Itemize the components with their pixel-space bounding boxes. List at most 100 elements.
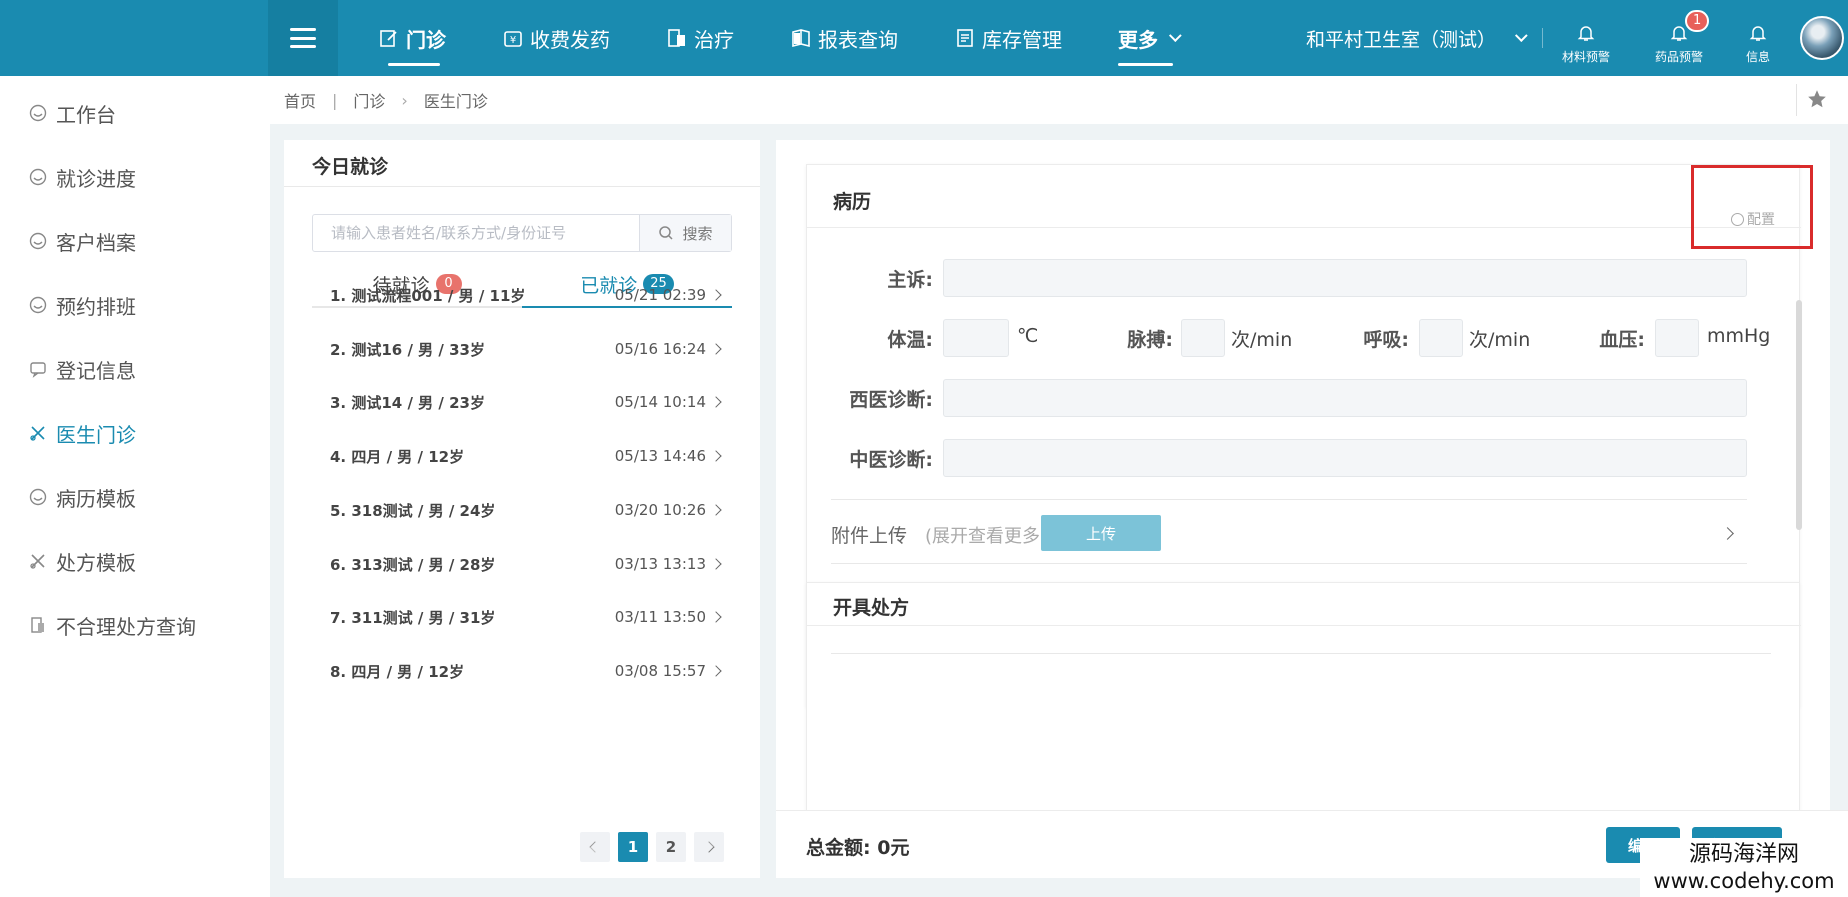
scrollbar[interactable] — [1796, 300, 1802, 530]
svg-text:¥: ¥ — [510, 35, 516, 46]
sidebar-item-prescription-template[interactable]: 处方模板 — [28, 546, 136, 576]
blood-pressure-unit: mmHg — [1707, 325, 1771, 347]
sidebar-item-registration[interactable]: 登记信息 — [28, 354, 136, 384]
list-item[interactable]: 7. 311测试 / 男 / 31岁 03/11 13:50 — [330, 602, 722, 632]
sidebar-item-label: 预约排班 — [56, 294, 136, 319]
drug-alert-badge: 1 — [1685, 10, 1710, 32]
nav-treatment[interactable]: 治疗 — [666, 0, 734, 76]
list-item[interactable]: 1. 测试流程001 / 男 / 11岁 05/21 02:39 — [330, 280, 722, 310]
divider — [807, 227, 1801, 228]
breadcrumb-separator: | — [332, 90, 338, 110]
medical-record-title: 病历 — [833, 191, 872, 213]
sidebar-item-record-template[interactable]: 病历模板 — [28, 482, 136, 512]
sidebar-item-workbench[interactable]: 工作台 — [28, 98, 116, 128]
page-button[interactable]: 2 — [656, 832, 686, 862]
nav-charge-dispense[interactable]: ¥ 收费发药 — [502, 0, 610, 76]
search-button[interactable]: 搜索 — [639, 215, 731, 251]
nav-outpatient-label: 门诊 — [406, 27, 446, 52]
bell-icon — [1749, 26, 1767, 41]
consultation-panel: 病历 配置 主诉: 体温: ℃ 脉搏: 次/min 呼吸: 次/min 血压: … — [776, 140, 1830, 878]
sidebar-item-schedule[interactable]: 预约排班 — [28, 290, 136, 320]
sidebar-item-doctor-outpatient[interactable]: 医生门诊 — [28, 418, 136, 448]
temperature-label: 体温: — [887, 329, 933, 351]
sidebar-item-label: 处方模板 — [56, 550, 136, 575]
breadcrumb-home[interactable]: 首页 — [284, 88, 316, 112]
western-diagnosis-input[interactable] — [943, 379, 1747, 417]
nav-more-label: 更多 — [1118, 27, 1158, 52]
chevron-left-icon — [589, 841, 601, 853]
material-alert-label: 材料预警 — [1561, 50, 1610, 64]
temperature-input[interactable] — [943, 319, 1009, 357]
nav-inventory[interactable]: 库存管理 — [954, 0, 1062, 76]
face-icon — [28, 295, 48, 315]
sidebar-item-customers[interactable]: 客户档案 — [28, 226, 136, 256]
document-icon — [28, 615, 48, 635]
pulse-label: 脉搏: — [1127, 329, 1173, 351]
hamburger-icon — [290, 28, 316, 48]
complaint-label: 主诉: — [887, 269, 933, 291]
patient-search-input[interactable] — [313, 215, 639, 251]
inventory-icon — [954, 27, 976, 49]
visit-time: 05/21 02:39 — [614, 286, 706, 304]
sidebar-item-label: 病历模板 — [56, 486, 136, 511]
sidebar-item-label: 工作台 — [56, 102, 116, 127]
today-visits-panel: 今日就诊 搜索 待就诊 0 已就诊 25 1. 测试流程001 / 男 / 11… — [284, 140, 760, 878]
face-icon — [28, 231, 48, 251]
tools-icon — [28, 551, 48, 571]
prev-page-button[interactable] — [580, 832, 610, 862]
complaint-input[interactable] — [943, 259, 1747, 297]
next-page-button[interactable] — [694, 832, 724, 862]
patient-name: 3. 测试14 / 男 / 23岁 — [330, 393, 485, 412]
report-icon — [790, 27, 812, 49]
visit-time: 03/13 13:13 — [614, 555, 706, 573]
sidebar-item-label: 客户档案 — [56, 230, 136, 255]
list-item[interactable]: 3. 测试14 / 男 / 23岁 05/14 10:14 — [330, 387, 722, 417]
list-item[interactable]: 4. 四月 / 男 / 12岁 05/13 14:46 — [330, 441, 722, 471]
nav-report-query[interactable]: 报表查询 — [790, 0, 898, 76]
respiration-input[interactable] — [1419, 319, 1463, 357]
pulse-input[interactable] — [1181, 319, 1225, 357]
chevron-right-icon: › — [401, 90, 408, 110]
page-button[interactable]: 1 — [618, 832, 648, 862]
nav-outpatient[interactable]: 门诊 — [378, 0, 446, 76]
chevron-down-icon — [1514, 28, 1528, 42]
list-item[interactable]: 2. 测试16 / 男 / 33岁 05/16 16:24 — [330, 334, 722, 364]
nav-treatment-label: 治疗 — [694, 27, 734, 52]
avatar[interactable] — [1800, 16, 1844, 60]
visit-time: 03/20 10:26 — [614, 501, 706, 519]
chevron-right-icon — [703, 841, 715, 853]
edit-icon — [378, 27, 400, 49]
breadcrumb-outpatient[interactable]: 门诊 — [353, 88, 385, 112]
material-alert-button[interactable]: 材料预警 — [1546, 14, 1626, 70]
total-amount: 总金额: 0元 — [806, 833, 909, 860]
nav-more[interactable]: 更多 — [1118, 0, 1182, 76]
message-label: 信息 — [1745, 50, 1770, 64]
chevron-right-icon — [710, 665, 722, 677]
sidebar-item-progress[interactable]: 就诊进度 — [28, 162, 136, 192]
blood-pressure-input[interactable] — [1655, 319, 1699, 357]
upload-button[interactable]: 上传 — [1041, 515, 1161, 551]
bell-icon — [1577, 26, 1595, 41]
message-button[interactable]: 信息 — [1718, 14, 1798, 70]
list-item[interactable]: 8. 四月 / 男 / 12岁 03/08 15:57 — [330, 656, 722, 686]
visit-time: 03/08 15:57 — [614, 662, 706, 680]
list-item[interactable]: 5. 318测试 / 男 / 24岁 03/20 10:26 — [330, 495, 722, 525]
menu-toggle-button[interactable] — [268, 0, 338, 76]
prescription-title: 开具处方 — [833, 597, 910, 619]
sidebar-item-irrational-prescription[interactable]: 不合理处方查询 — [28, 610, 196, 640]
total-value: 0元 — [877, 837, 910, 859]
divider — [831, 499, 1747, 500]
list-item[interactable]: 6. 313测试 / 男 / 28岁 03/13 13:13 — [330, 549, 722, 579]
drug-alert-button[interactable]: 1 药品预警 — [1639, 10, 1719, 70]
pagination: 1 2 — [580, 832, 732, 862]
temperature-unit: ℃ — [1017, 325, 1039, 347]
star-icon[interactable] — [1806, 88, 1828, 110]
divider — [1542, 28, 1543, 48]
pharmacy-icon: ¥ — [502, 27, 524, 49]
divider — [807, 625, 1801, 626]
tcm-diagnosis-input[interactable] — [943, 439, 1747, 477]
patient-name: 2. 测试16 / 男 / 33岁 — [330, 340, 485, 359]
chevron-right-icon[interactable] — [1721, 527, 1734, 540]
clinic-selector[interactable]: 和平村卫生室（测试） — [1306, 0, 1528, 76]
sidebar-item-label: 就诊进度 — [56, 166, 136, 191]
